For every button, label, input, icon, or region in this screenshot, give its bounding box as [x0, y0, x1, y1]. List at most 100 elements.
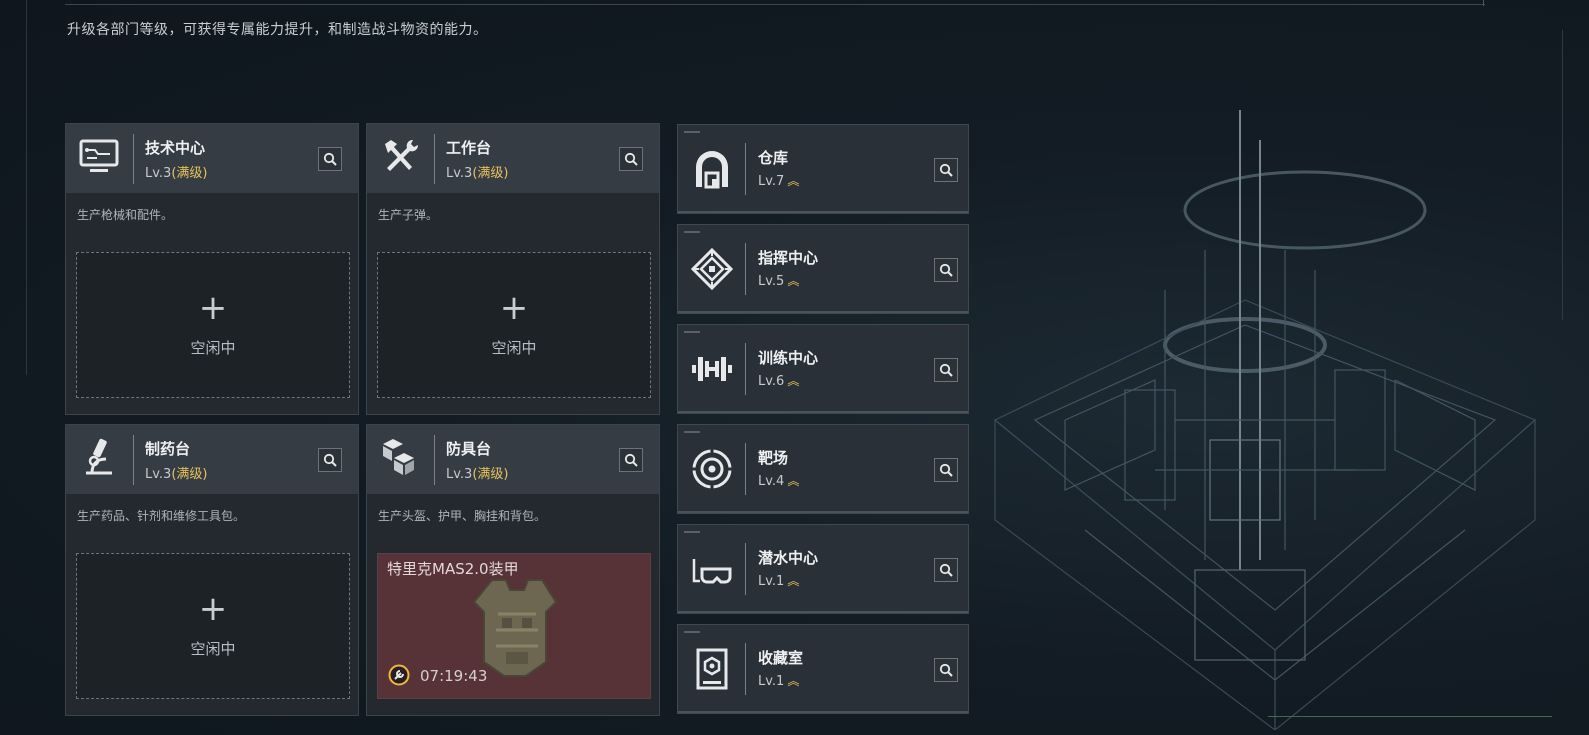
workshop-level: Lv.3(满级): [145, 467, 208, 482]
search-icon: [323, 453, 337, 467]
production-slot[interactable]: + 空闲中: [377, 252, 651, 398]
slot-status: 空闲中: [190, 640, 236, 658]
facility-training-center[interactable]: 训练中心 Lv.6 ︽: [677, 324, 969, 414]
inspect-button[interactable]: [619, 448, 643, 472]
facility-warehouse[interactable]: 仓库 Lv.7 ︽: [677, 124, 969, 214]
workshop-description: 生产药品、针剂和维修工具包。: [77, 509, 246, 523]
page-subtitle: 升级各部门等级，可获得专属能力提升，和制造战斗物资的能力。: [67, 22, 488, 38]
corner-tag: [684, 331, 700, 333]
max-level-badge: (满级): [171, 166, 208, 181]
facility-level: Lv.5 ︽: [758, 274, 800, 289]
max-level-badge: (满级): [171, 467, 208, 482]
inspect-button[interactable]: [318, 147, 342, 171]
workshop-card-workbench[interactable]: 工作台 Lv.3(满级) 生产子弹。 + 空闲中: [366, 123, 660, 415]
max-level-badge: (满级): [472, 467, 509, 482]
corner-tag: [684, 531, 700, 533]
plus-icon: +: [198, 589, 228, 629]
header-divider: [434, 435, 435, 485]
diving-mask-icon: [692, 559, 732, 584]
slot-status: 空闲中: [491, 339, 537, 357]
production-slot[interactable]: + 空闲中: [76, 553, 350, 699]
search-icon: [939, 463, 953, 477]
inspect-button[interactable]: [318, 448, 342, 472]
workshop-name: 防具台: [446, 440, 492, 458]
workshop-level: Lv.3(满级): [145, 166, 208, 181]
row-divider: [745, 643, 746, 695]
row-divider: [745, 243, 746, 295]
left-border: [26, 0, 27, 375]
card-header: 制药台 Lv.3(满级): [66, 425, 358, 494]
facility-level: Lv.1 ︽: [758, 674, 800, 689]
search-icon: [323, 152, 337, 166]
facility-name: 指挥中心: [758, 249, 819, 267]
workshop-card-tech-center[interactable]: 技术中心 Lv.3(满级) 生产枪械和配件。 + 空闲中: [65, 123, 359, 415]
facility-name: 靶场: [758, 449, 789, 467]
inspect-button[interactable]: [619, 147, 643, 171]
upgrade-chevron-icon: ︽: [787, 574, 800, 588]
upgrade-chevron-icon: ︽: [787, 274, 800, 288]
workshop-name: 工作台: [446, 139, 492, 157]
facility-name: 潜水中心: [758, 549, 819, 567]
corner-tag: [684, 631, 700, 633]
row-divider: [745, 543, 746, 595]
workshop-description: 生产枪械和配件。: [77, 208, 174, 222]
inspect-button[interactable]: [934, 358, 958, 382]
facility-name: 训练中心: [758, 349, 819, 367]
search-icon: [624, 152, 638, 166]
computer-icon: [79, 139, 119, 172]
workshop-card-armor-bench[interactable]: 防具台 Lv.3(满级) 生产头盔、护甲、胸挂和背包。 特里克MAS2.0装甲 …: [366, 424, 660, 716]
plus-icon: +: [198, 288, 228, 328]
row-divider: [745, 343, 746, 395]
inspect-button[interactable]: [934, 158, 958, 182]
dumbbell-icon: [692, 357, 732, 381]
workshop-description: 生产子弹。: [378, 208, 439, 222]
corner-tag: [684, 231, 700, 233]
facility-name: 收藏室: [758, 649, 804, 667]
workshop-level: Lv.3(满级): [446, 467, 509, 482]
base-wireframe-illustration: [993, 110, 1537, 730]
warehouse-icon: [696, 151, 728, 189]
search-icon: [939, 363, 953, 377]
facility-collection-room[interactable]: 收藏室 Lv.1 ︽: [677, 624, 969, 714]
corner-tag: [684, 431, 700, 433]
bottom-right-accent: [1268, 716, 1552, 717]
workshop-description: 生产头盔、护甲、胸挂和背包。: [378, 509, 547, 523]
crafting-timer: 07:19:43: [420, 667, 488, 685]
facility-shooting-range[interactable]: 靶场 Lv.4 ︽: [677, 424, 969, 514]
row-divider: [745, 443, 746, 495]
facility-level: Lv.7 ︽: [758, 174, 800, 189]
search-icon: [939, 163, 953, 177]
card-header: 防具台 Lv.3(满级): [367, 425, 659, 494]
collection-case-icon: [696, 648, 728, 690]
facility-level: Lv.1 ︽: [758, 574, 800, 589]
hammer-wrench-icon: [385, 139, 419, 171]
top-border-tick: [1483, 0, 1484, 6]
header-divider: [133, 435, 134, 485]
upgrade-chevron-icon: ︽: [787, 174, 800, 188]
card-header: 技术中心 Lv.3(满级): [66, 124, 358, 193]
command-emblem-icon: [690, 247, 734, 291]
facility-command-center[interactable]: 指挥中心 Lv.5 ︽: [677, 224, 969, 314]
search-icon: [624, 453, 638, 467]
search-icon: [939, 563, 953, 577]
inspect-button[interactable]: [934, 658, 958, 682]
facility-diving-center[interactable]: 潜水中心 Lv.1 ︽: [677, 524, 969, 614]
facility-name: 仓库: [758, 149, 789, 167]
upgrade-chevron-icon: ︽: [787, 674, 800, 688]
inspect-button[interactable]: [934, 558, 958, 582]
production-slot-active[interactable]: 特里克MAS2.0装甲 07:19:43: [377, 553, 651, 699]
facility-level: Lv.6 ︽: [758, 374, 800, 389]
row-divider: [745, 143, 746, 195]
workshop-name: 技术中心: [145, 139, 206, 157]
search-icon: [939, 263, 953, 277]
inspect-button[interactable]: [934, 458, 958, 482]
cubes-icon: [383, 439, 414, 475]
upgrade-chevron-icon: ︽: [787, 474, 800, 488]
workshop-card-pharmacy[interactable]: 制药台 Lv.3(满级) 生产药品、针剂和维修工具包。 + 空闲中: [65, 424, 359, 716]
microscope-icon: [86, 438, 112, 475]
target-icon: [690, 447, 734, 491]
card-header: 工作台 Lv.3(满级): [367, 124, 659, 193]
upgrade-chevron-icon: ︽: [787, 374, 800, 388]
inspect-button[interactable]: [934, 258, 958, 282]
production-slot[interactable]: + 空闲中: [76, 252, 350, 398]
